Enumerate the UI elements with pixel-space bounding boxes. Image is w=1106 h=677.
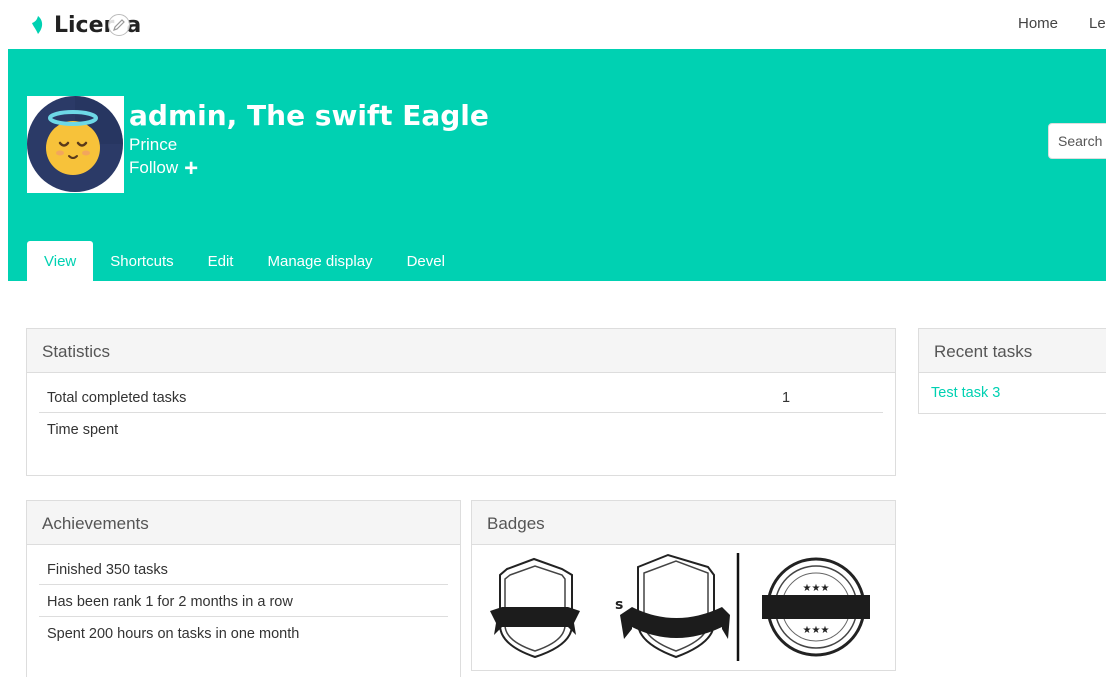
statistics-title: Statistics [27, 329, 895, 373]
shield-badge-icon [490, 557, 580, 659]
profile-tabs: View Shortcuts Edit Manage display Devel [27, 241, 462, 281]
stat-row-time-spent: Time spent [39, 413, 883, 445]
badges-list: s ★★★ ★★★ [472, 545, 895, 669]
stat-value: 1 [782, 390, 791, 406]
svg-text:★★★: ★★★ [803, 583, 830, 594]
svg-text:s: s [615, 597, 623, 613]
badges-image: s ★★★ ★★★ [490, 553, 870, 661]
achievements-panel: Achievements Finished 350 tasks Has been… [26, 500, 461, 677]
search-input[interactable]: Search [1048, 123, 1106, 159]
profile-name: admin, The swift Eagle [129, 99, 489, 132]
angel-face-icon [27, 96, 123, 192]
pencil-edit-icon[interactable] [108, 14, 130, 36]
follow-button[interactable]: Follow + [129, 154, 199, 182]
profile-header: admin, The swift Eagle Prince Follow + S… [8, 49, 1106, 281]
tab-devel[interactable]: Devel [390, 241, 462, 281]
avatar [27, 96, 124, 193]
nav-item-le[interactable]: Le [1089, 15, 1106, 32]
list-item: Spent 200 hours on tasks in one month [47, 626, 300, 642]
tab-shortcuts[interactable]: Shortcuts [93, 241, 190, 281]
stat-label: Total completed tasks [47, 390, 187, 406]
badges-panel: Badges s ★★★ ★★★ [471, 500, 896, 671]
stat-row-completed: Total completed tasks 1 [39, 381, 883, 413]
statistics-panel: Statistics Total completed tasks 1 Time … [26, 328, 896, 476]
stat-label: Time spent [47, 422, 119, 438]
tab-manage-display[interactable]: Manage display [250, 241, 389, 281]
recent-tasks-panel: Recent tasks Test task 3 [918, 328, 1106, 414]
shield-badge-icon [620, 553, 730, 659]
leaf-logo-icon [32, 16, 43, 34]
list-item: Finished 350 tasks [39, 553, 448, 585]
follow-label: Follow [129, 158, 179, 177]
main-nav: Home Le [1018, 15, 1106, 32]
tab-edit[interactable]: Edit [191, 241, 251, 281]
recent-tasks-title: Recent tasks [919, 329, 1106, 373]
achievements-title: Achievements [27, 501, 460, 545]
badges-title: Badges [472, 501, 895, 545]
svg-text:★★★: ★★★ [803, 625, 830, 636]
profile-rank: Prince [129, 135, 178, 154]
task-link[interactable]: Test task 3 [919, 373, 1106, 413]
plus-icon: + [184, 154, 199, 182]
nav-item-home[interactable]: Home [1018, 15, 1058, 32]
top-navbar: Licer a Home Le [0, 0, 1106, 49]
list-item: Has been rank 1 for 2 months in a row [39, 585, 448, 617]
tab-view[interactable]: View [27, 241, 94, 281]
round-star-badge-icon: ★★★ ★★★ [762, 557, 870, 657]
